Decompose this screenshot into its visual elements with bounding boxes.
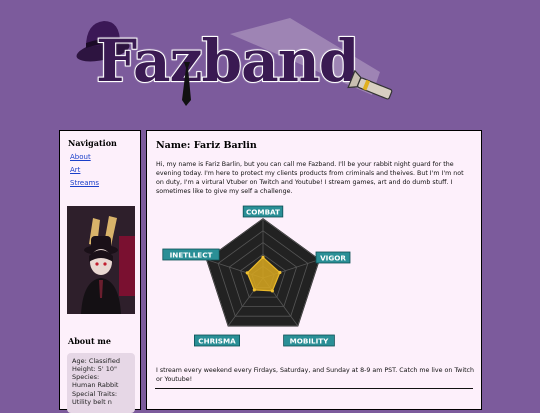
radar-label: MOBILITY bbox=[290, 337, 330, 346]
name-heading: Name: Fariz Barlin bbox=[156, 140, 257, 151]
radar-data-point bbox=[261, 255, 265, 259]
site-header: Fazband bbox=[0, 0, 540, 125]
radar-data-point bbox=[252, 288, 256, 292]
radar-label: INETLLECT bbox=[170, 251, 213, 260]
nav-link-about[interactable]: About bbox=[70, 153, 91, 161]
nav-item-art: Art bbox=[70, 166, 140, 174]
site-logo: Fazband bbox=[95, 27, 360, 95]
about-line: Human Rabbit bbox=[72, 381, 119, 390]
nav-link-art[interactable]: Art bbox=[70, 166, 80, 174]
sidebar: Navigation About Art Streams About me Ag… bbox=[59, 130, 141, 413]
nav-item-about: About bbox=[70, 153, 140, 161]
intro-paragraph: Hi, my name is Fariz Barlin, but you can… bbox=[156, 161, 464, 196]
radar-label: CHRISMA bbox=[198, 337, 236, 346]
avatar-portrait bbox=[67, 206, 135, 314]
about-title: About me bbox=[68, 336, 111, 346]
about-line: Age: Classified bbox=[72, 357, 120, 365]
about-line: Height: 5' 10" bbox=[72, 365, 117, 374]
stats-radar-chart: COMBAT VIGOR MOBILITY CHRISMA INETLLECT bbox=[162, 205, 351, 347]
rabbit-character-avatar bbox=[67, 206, 135, 314]
nav-title: Navigation bbox=[68, 138, 117, 148]
divider-line bbox=[155, 388, 473, 389]
about-info-box: Age: Classified Height: 5' 10" Species: … bbox=[67, 353, 135, 413]
radar-data-point bbox=[245, 271, 249, 275]
radar-label: COMBAT bbox=[246, 208, 280, 217]
nav-link-streams[interactable]: Streams bbox=[70, 179, 99, 187]
schedule-paragraph: I stream every weekend every Firdays, Sa… bbox=[156, 367, 475, 384]
nav-list: About Art Streams bbox=[70, 153, 140, 187]
main-content: Name: Fariz Barlin Hi, my name is Fariz … bbox=[146, 130, 482, 410]
radar-data-point bbox=[278, 270, 282, 275]
about-line: Species: bbox=[72, 373, 100, 382]
radar-label: VIGOR bbox=[320, 254, 346, 263]
radar-data-point bbox=[270, 289, 274, 293]
necktie-icon bbox=[182, 62, 191, 106]
nav-item-streams: Streams bbox=[70, 179, 140, 187]
about-line: Special Traits: bbox=[72, 389, 118, 398]
flashlight-icon bbox=[347, 70, 393, 100]
